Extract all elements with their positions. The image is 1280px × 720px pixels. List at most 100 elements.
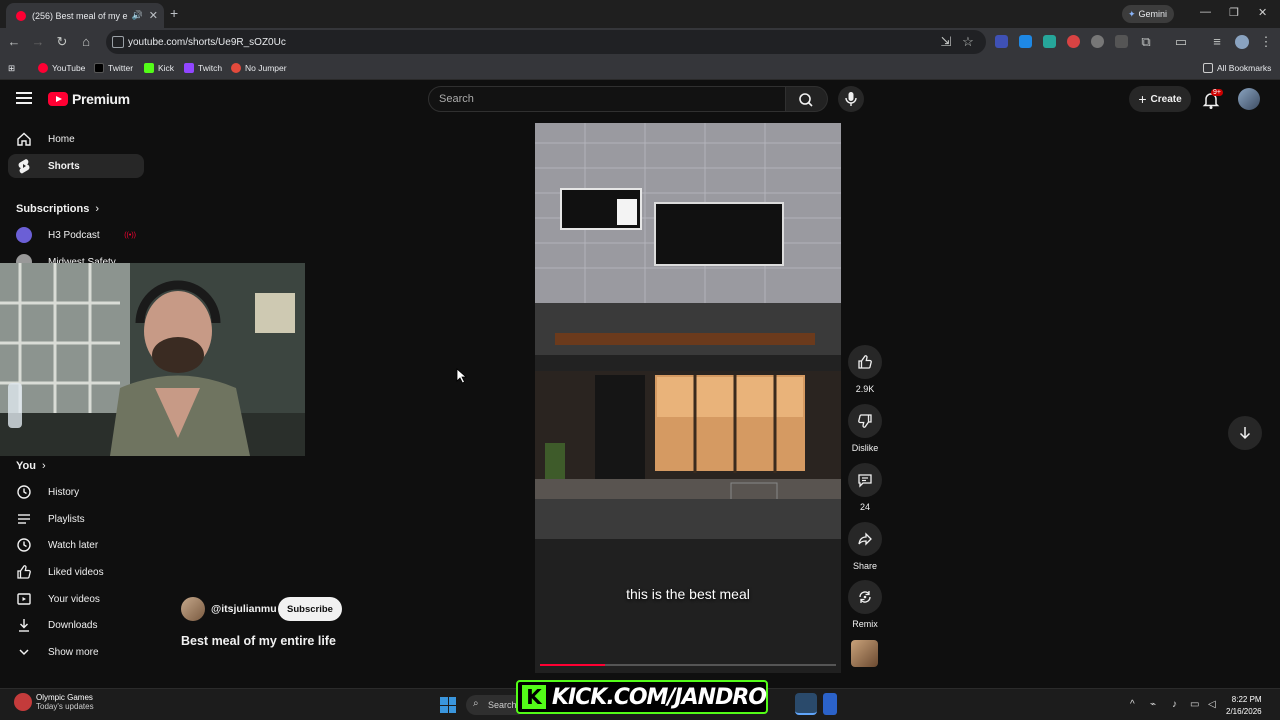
thumbs-up-icon (17, 565, 31, 579)
speaker-icon[interactable]: 🔊 (132, 10, 143, 21)
all-bookmarks[interactable]: All Bookmarks (1203, 61, 1271, 75)
live-indicator-icon: ((•)) (124, 231, 136, 239)
sidebar-item-shorts[interactable]: Shorts (8, 154, 144, 178)
sidebar-item-label: Downloads (48, 619, 98, 631)
show-hidden-icons-icon[interactable]: ^ (1130, 699, 1135, 710)
youtube-premium-logo[interactable]: Premium (48, 91, 130, 107)
gemini-button[interactable]: ✦ Gemini (1122, 5, 1174, 23)
bookmark-youtube[interactable]: YouTube (38, 61, 85, 75)
sidebar-item-watch-later[interactable]: Watch later (8, 533, 144, 557)
profile-avatar[interactable] (1235, 35, 1249, 49)
comments-button[interactable]: 24 (848, 463, 882, 512)
new-tab-button[interactable]: + (170, 5, 178, 21)
bookmark-twitch[interactable]: Twitch (184, 61, 222, 75)
sidebar-item-your-videos[interactable]: Your videos (8, 587, 144, 611)
like-button[interactable]: 2.9K (848, 345, 882, 394)
share-label: Share (852, 561, 878, 571)
shorts-icon (18, 159, 30, 174)
sidebar-item-home[interactable]: Home (8, 127, 144, 151)
channel-avatar[interactable] (181, 597, 205, 621)
back-icon[interactable]: ← (6, 34, 22, 50)
search-button[interactable] (786, 86, 828, 112)
video-progress-bar[interactable] (540, 664, 836, 666)
share-button[interactable]: Share (848, 522, 882, 571)
minimize-window-icon[interactable]: — (1200, 6, 1211, 18)
display-icon[interactable]: ▭ (1190, 699, 1199, 710)
bookmark-label: Kick (158, 63, 175, 73)
olympics-icon (14, 693, 32, 711)
youtube-play-icon (48, 92, 68, 106)
bookmark-kick[interactable]: Kick (144, 61, 174, 75)
dislike-button[interactable]: Dislike (848, 404, 882, 453)
extension-icon[interactable] (1115, 35, 1128, 48)
extension-icon[interactable] (1019, 35, 1032, 48)
subscriptions-header[interactable]: Subscriptions › (16, 203, 99, 215)
install-app-icon[interactable]: ⇲ (938, 34, 954, 50)
you-header[interactable]: You › (16, 460, 46, 472)
twitch-icon (184, 63, 194, 73)
remix-button[interactable]: Remix (848, 580, 882, 629)
shorts-video-player[interactable]: this is the best meal (535, 123, 841, 673)
address-bar[interactable]: youtube.com/shorts/Ue9R_sOZ0Uc (106, 30, 986, 54)
section-title: Subscriptions (16, 203, 90, 215)
site-info-icon[interactable] (112, 36, 124, 48)
volume-icon[interactable]: ◁ (1208, 699, 1216, 710)
plus-icon: + (1138, 91, 1147, 107)
network-icon[interactable]: ⌁ (1150, 699, 1156, 710)
all-bookmarks-label: All Bookmarks (1217, 63, 1272, 73)
bookmark-label: Twitch (198, 63, 223, 73)
clock-icon (17, 538, 31, 552)
sidebar-item-label: Playlists (48, 513, 85, 525)
sidebar-item-downloads[interactable]: Downloads (8, 613, 144, 637)
microphone-icon[interactable]: ♪ (1172, 699, 1177, 710)
widget-title: Olympic Games (36, 693, 93, 702)
weather-widget[interactable]: Olympic Games Today's updates (14, 693, 94, 711)
extensions-puzzle-icon[interactable]: ⧉ (1138, 34, 1154, 50)
app-taskbar-icon[interactable] (823, 693, 837, 715)
youtube-favicon-icon (16, 10, 26, 21)
create-button[interactable]: + Create (1129, 86, 1191, 112)
sidebar-item-label: Show more (48, 646, 99, 658)
extension-icon[interactable] (1091, 35, 1104, 48)
sidebar-item-liked-videos[interactable]: Liked videos (8, 560, 144, 584)
reload-icon[interactable]: ↻ (54, 34, 70, 50)
channel-handle[interactable]: @itsjulianmu (211, 603, 277, 615)
sidepanel-icon[interactable]: ▭ (1173, 34, 1189, 50)
sidebar-item-playlists[interactable]: Playlists (8, 507, 144, 531)
bookmark-twitter[interactable]: Twitter (94, 61, 133, 75)
sidebar-item-show-more[interactable]: Show more (8, 640, 144, 664)
search-input[interactable]: Search (428, 86, 786, 112)
audio-source-thumbnail[interactable] (851, 640, 878, 667)
browser-tab[interactable]: (256) Best meal of my entire life 🔊 ✕ (6, 3, 164, 28)
youtube-icon (38, 63, 48, 73)
no-jumper-icon (231, 63, 241, 73)
tab-close-icon[interactable]: ✕ (149, 9, 158, 22)
dislike-label: Dislike (851, 443, 879, 453)
close-window-icon[interactable]: ✕ (1258, 6, 1267, 19)
bookmark-no-jumper[interactable]: No Jumper (231, 61, 287, 75)
windows-start-icon[interactable] (440, 697, 456, 713)
apps-grid-icon[interactable]: ⊞ (8, 61, 15, 75)
extension-icon[interactable] (1043, 35, 1056, 48)
next-short-button[interactable] (1228, 416, 1262, 450)
tab-search-icon[interactable]: ≡ (1209, 34, 1225, 50)
chrome-menu-icon[interactable]: ⋮ (1258, 34, 1274, 50)
bookmark-star-icon[interactable]: ☆ (960, 34, 976, 50)
home-icon[interactable]: ⌂ (78, 34, 94, 50)
remix-label: Remix (852, 619, 878, 629)
taskbar-clock[interactable]: 8:22 PM 2/16/2026 (1226, 694, 1262, 718)
account-avatar[interactable] (1238, 88, 1260, 110)
kick-logo-icon: K (522, 685, 546, 709)
extension-icon[interactable] (1067, 35, 1080, 48)
menu-icon[interactable] (16, 92, 32, 106)
sidebar-subscription-h3-podcast[interactable]: H3 Podcast ((•)) (8, 223, 144, 247)
url-text: youtube.com/shorts/Ue9R_sOZ0Uc (128, 36, 286, 48)
forward-icon[interactable]: → (30, 34, 46, 50)
short-title[interactable]: Best meal of my entire life (181, 634, 336, 648)
extension-icon[interactable] (995, 35, 1008, 48)
steam-taskbar-icon[interactable] (795, 693, 817, 715)
subscribe-button[interactable]: Subscribe (278, 597, 342, 621)
sidebar-item-history[interactable]: History (8, 480, 144, 504)
restore-window-icon[interactable]: ❐ (1229, 6, 1239, 19)
voice-search-button[interactable] (838, 86, 864, 112)
